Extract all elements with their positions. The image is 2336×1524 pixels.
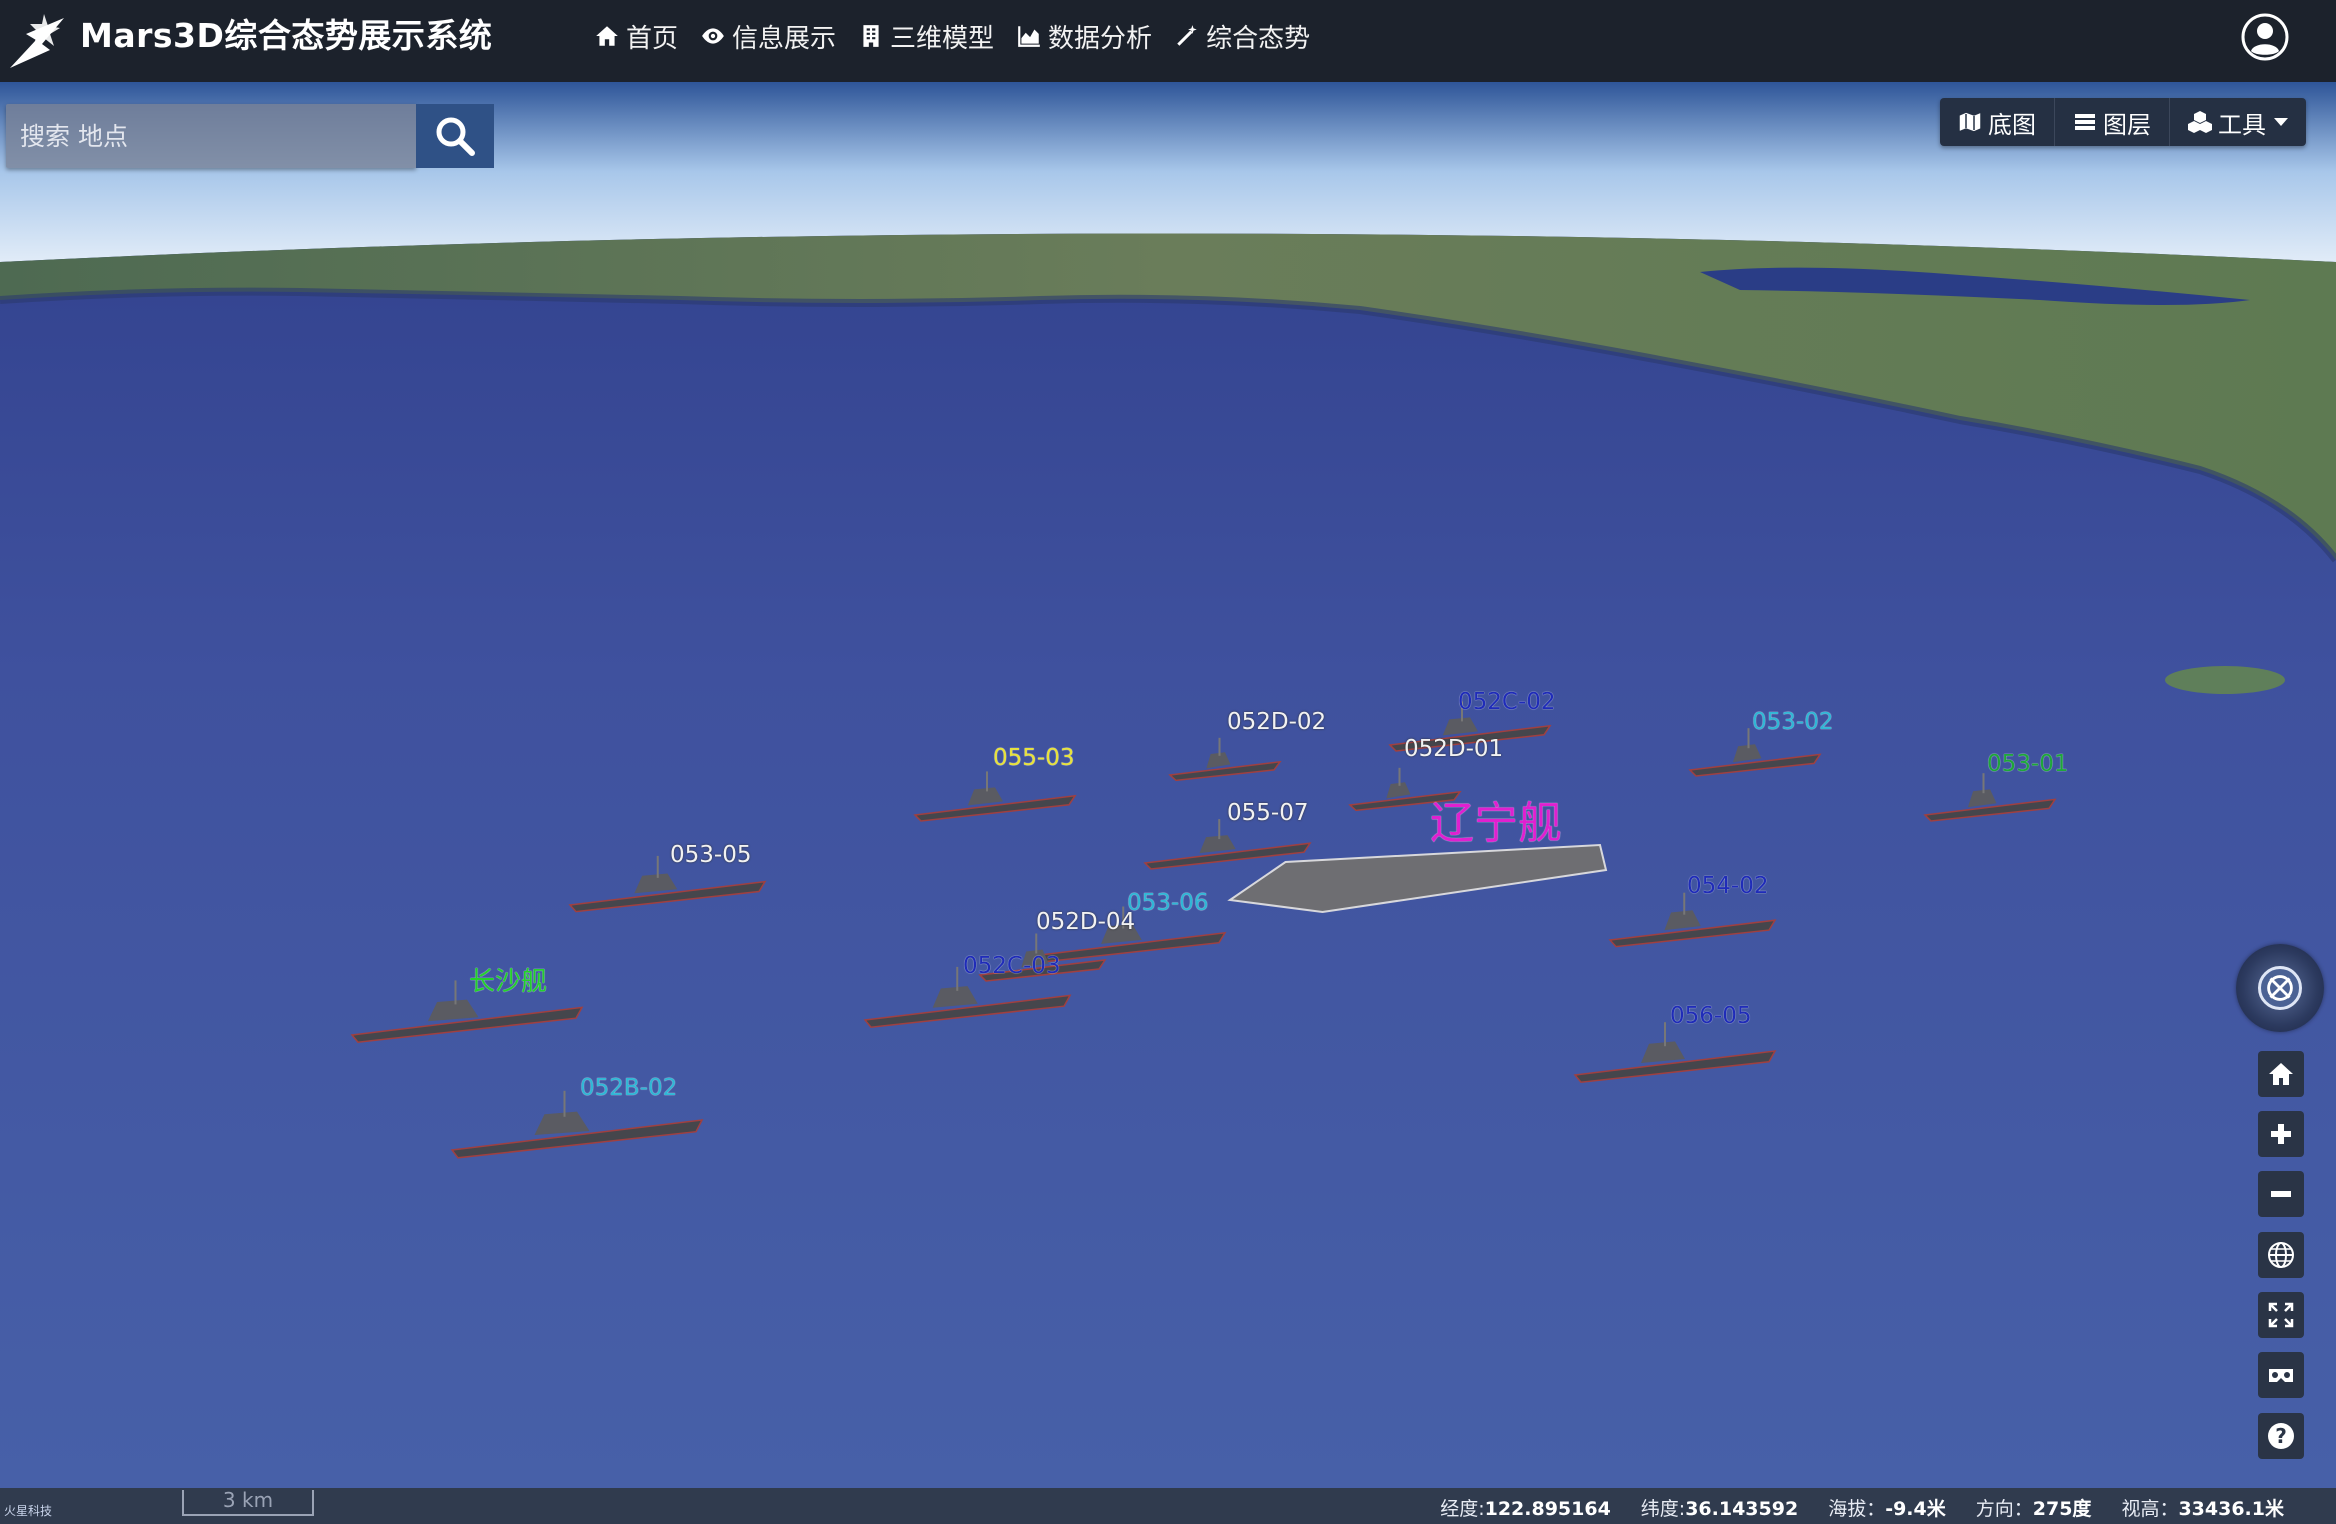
tools-button[interactable]: 工具 [2170, 98, 2306, 146]
longitude-readout: 经度:122.895164 [1440, 1494, 1611, 1521]
ship-label-053-05[interactable]: 053-05 [670, 842, 751, 868]
search-box [6, 104, 416, 168]
ships-layer [350, 701, 2057, 1159]
ship-label-053-02[interactable]: 053-02 [1752, 709, 1833, 735]
ship-label-053-06[interactable]: 053-06 [1127, 890, 1208, 916]
carrier-model[interactable] [1227, 843, 1608, 914]
ship-model[interactable] [1923, 773, 2057, 822]
vr-goggles-icon [2269, 1369, 2293, 1382]
map-viewport[interactable] [0, 82, 2336, 1488]
ship-model[interactable] [913, 771, 1077, 822]
heading-readout: 方向：275度 [1976, 1494, 2092, 1521]
scale-bar: 3 km [182, 1488, 314, 1516]
ship-label-055-03[interactable]: 055-03 [993, 745, 1074, 771]
nav-data-analysis-label: 数据分析 [1048, 23, 1153, 54]
expand-icon [2268, 1302, 2294, 1328]
scene-mode-button[interactable] [2258, 1232, 2304, 1278]
latitude-value: 36.143592 [1685, 1498, 1799, 1520]
zoom-out-button[interactable] [2258, 1171, 2304, 1217]
home-icon [596, 26, 618, 46]
status-bar: 火星科技 3 km 经度:122.895164 纬度:36.143592 海拔：… [0, 1488, 2336, 1524]
longitude-label: 经度: [1440, 1498, 1485, 1520]
search-button[interactable] [416, 104, 494, 168]
nav-info-display-label: 信息展示 [732, 23, 837, 54]
nav-home[interactable]: 首页 [594, 16, 678, 56]
ship-label-054-02[interactable]: 054-02 [1687, 873, 1768, 899]
nav-3d-model[interactable]: 三维模型 [858, 16, 994, 56]
view-height-value: 33436.1米 [2178, 1498, 2284, 1520]
eye-icon [702, 28, 724, 44]
latitude-label: 纬度: [1640, 1498, 1686, 1520]
nav-data-analysis[interactable]: 数据分析 [1016, 16, 1152, 56]
ship-model[interactable] [1573, 1022, 1777, 1083]
map-icon [1958, 110, 1982, 134]
app-header: Mars3D综合态势展示系统 首页 信息展示 三维模型 数据分析 综合态势 [0, 0, 2336, 82]
nav-home-label: 首页 [626, 23, 679, 54]
ship-label-052c-02[interactable]: 052C-02 [1458, 689, 1556, 715]
coordinate-readout: 经度:122.895164 纬度:36.143592 海拔：-9.4米 方向：2… [1410, 1494, 2284, 1521]
ship-model[interactable] [1168, 737, 1282, 782]
cubes-icon [2188, 111, 2212, 133]
compass-icon [2258, 966, 2302, 1010]
app-title: Mars3D综合态势展示系统 [80, 16, 493, 55]
building-icon [863, 25, 879, 47]
ship-label-052c-03[interactable]: 052C-03 [963, 953, 1061, 979]
home-icon [2269, 1063, 2293, 1085]
compass-widget[interactable] [2236, 944, 2324, 1032]
tools-label: 工具 [2218, 110, 2266, 139]
altitude-label: 海拔： [1828, 1498, 1886, 1520]
map-toolbar: 底图 图层 工具 [1940, 98, 2306, 146]
view-height-readout: 视高：33436.1米 [2121, 1494, 2284, 1521]
ship-label-052d-01[interactable]: 052D-01 [1404, 736, 1503, 762]
minus-icon [2271, 1191, 2291, 1197]
altitude-readout: 海拔：-9.4米 [1828, 1494, 1946, 1521]
ship-label-052d-02[interactable]: 052D-02 [1227, 709, 1326, 735]
logo-icon [10, 14, 64, 68]
layers-label: 图层 [2103, 110, 2151, 139]
latitude-readout: 纬度:36.143592 [1641, 1494, 1798, 1521]
main-nav: 首页 信息展示 三维模型 数据分析 综合态势 [594, 16, 1332, 56]
vr-button[interactable] [2258, 1352, 2304, 1398]
help-button[interactable]: ? [2258, 1413, 2304, 1459]
basemap-button[interactable]: 底图 [1940, 98, 2055, 146]
altitude-value: -9.4米 [1885, 1498, 1946, 1520]
ship-label-052d-04[interactable]: 052D-04 [1036, 909, 1135, 935]
layers-button[interactable]: 图层 [2055, 98, 2170, 146]
magic-wand-icon [1177, 25, 1197, 46]
question-icon: ? [2268, 1423, 2294, 1449]
ship-label-053-01[interactable]: 053-01 [1987, 751, 2068, 777]
svg-text:?: ? [2275, 1424, 2287, 1448]
search-icon [436, 117, 475, 156]
brand-label: 火星科技 [4, 1504, 53, 1518]
ship-model[interactable] [1608, 892, 1777, 948]
area-chart-icon [1018, 26, 1040, 47]
zoom-in-button[interactable] [2258, 1111, 2304, 1157]
heading-label: 方向： [1975, 1498, 2033, 1520]
ship-label-changsha[interactable]: 长沙舰 [469, 969, 547, 995]
nav-info-display[interactable]: 信息展示 [700, 16, 836, 56]
plus-icon [2271, 1124, 2291, 1144]
home-view-button[interactable] [2258, 1051, 2304, 1097]
fullscreen-button[interactable] [2258, 1292, 2304, 1338]
chevron-down-icon [2274, 118, 2288, 126]
ship-label-056-05[interactable]: 056-05 [1670, 1003, 1751, 1029]
user-icon[interactable] [2240, 12, 2290, 62]
layers-icon [2075, 114, 2095, 130]
nav-situation[interactable]: 综合态势 [1174, 16, 1310, 56]
search-input[interactable] [6, 104, 416, 168]
ship-model[interactable] [350, 980, 584, 1043]
longitude-value: 122.895164 [1484, 1498, 1611, 1520]
view-height-label: 视高： [2121, 1498, 2179, 1520]
scale-label: 3 km [222, 1488, 274, 1512]
basemap-label: 底图 [1988, 110, 2036, 139]
nav-3d-model-label: 三维模型 [890, 23, 995, 54]
ship-label-055-07[interactable]: 055-07 [1227, 800, 1308, 826]
nav-situation-label: 综合态势 [1206, 23, 1311, 54]
globe-icon [2268, 1242, 2294, 1268]
heading-value: 275度 [2032, 1498, 2092, 1520]
ship-label-052b-02[interactable]: 052B-02 [580, 1075, 677, 1101]
ship-label-liaoning[interactable]: 辽宁舰 [1430, 800, 1562, 848]
ship-model[interactable] [1688, 728, 1822, 777]
